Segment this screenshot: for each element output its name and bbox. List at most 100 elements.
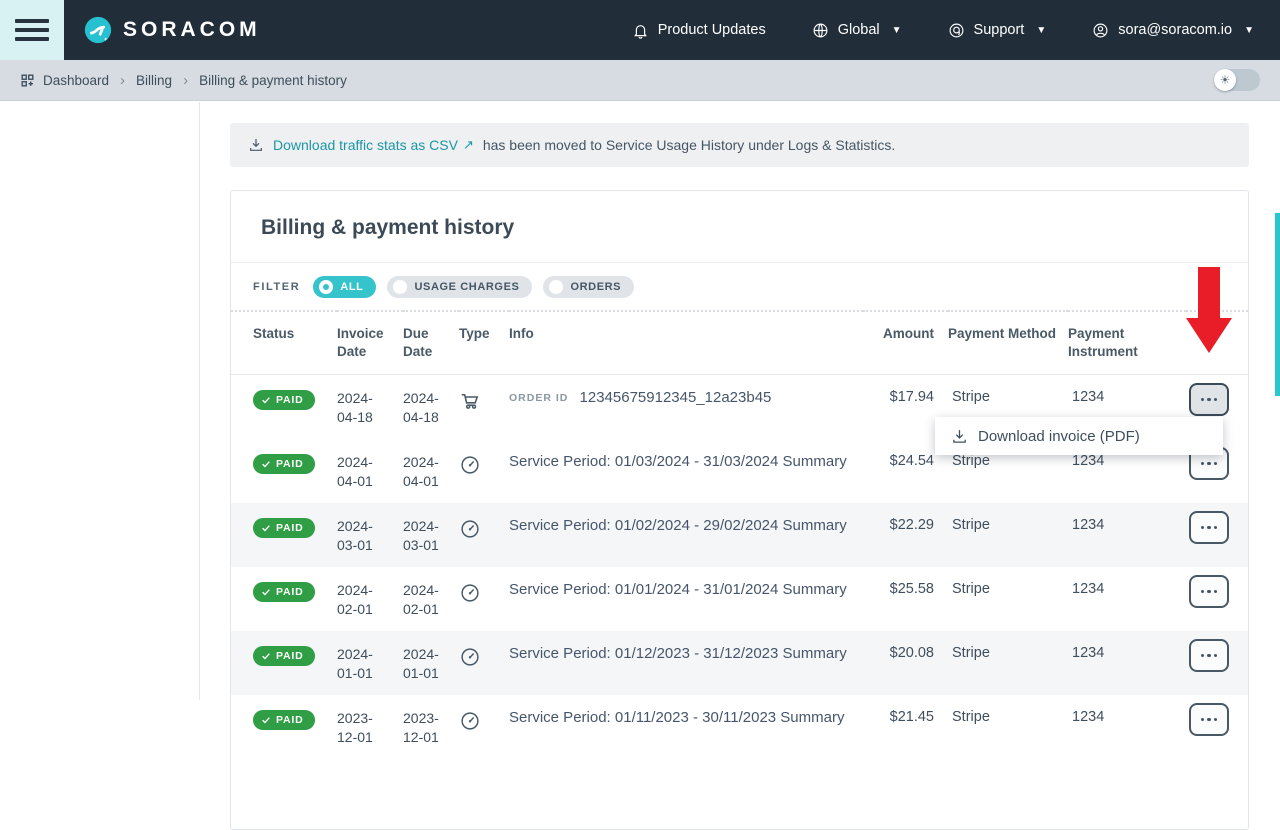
row-actions-button[interactable] (1189, 383, 1229, 416)
nav-global[interactable]: Global ▼ (812, 22, 902, 39)
download-invoice-menu-item: Download invoice (PDF) (978, 428, 1140, 445)
info-text: 12345675912345_12a23b45 (580, 389, 772, 406)
status-label: PAID (276, 650, 304, 662)
table-row: PAID 2024-03-01 2024-03-01 Service Perio… (231, 503, 1248, 567)
status-label: PAID (276, 714, 304, 726)
status-badge: PAID (253, 710, 315, 730)
filter-option-usage-charges[interactable]: USAGE CHARGES (387, 276, 532, 298)
download-csv-link-label: Download traffic stats as CSV (273, 137, 458, 153)
status-badge: PAID (253, 646, 315, 666)
invoice-date: 2024-01-01 (337, 645, 387, 683)
payment-method: Stripe (948, 567, 1068, 631)
invoice-date: 2024-04-01 (337, 453, 387, 491)
hamburger-icon (15, 19, 49, 23)
info-text: Service Period: 01/12/2023 - 31/12/2023 … (509, 645, 847, 662)
breadcrumb: Dashboard › Billing › Billing & payment … (0, 60, 1280, 101)
chevron-down-icon: ▼ (1036, 25, 1046, 36)
nav-label: sora@soracom.io (1118, 22, 1232, 38)
info-text: Service Period: 01/02/2024 - 29/02/2024 … (509, 517, 847, 534)
support-icon (948, 22, 965, 39)
dashboard-grid-icon (20, 73, 35, 88)
col-payment-method: Payment Method (948, 311, 1068, 375)
bell-icon (632, 22, 649, 39)
row-actions-button[interactable] (1189, 511, 1229, 544)
check-icon (261, 459, 271, 469)
hamburger-menu-button[interactable] (0, 0, 64, 60)
filter-row: FILTER ALL USAGE CHARGES ORDERS (231, 263, 1248, 310)
top-bar: SORACOM Product Updates Global ▼ Support… (0, 0, 1280, 60)
gauge-icon (459, 582, 481, 604)
check-icon (261, 395, 271, 405)
status-label: PAID (276, 394, 304, 406)
radio-icon (393, 280, 407, 294)
red-arrow-head (1186, 318, 1232, 353)
chevron-down-icon: ▼ (892, 25, 902, 36)
status-label: PAID (276, 586, 304, 598)
sun-icon: ☀ (1214, 69, 1236, 91)
row-actions-button[interactable] (1189, 575, 1229, 608)
theme-toggle[interactable]: ☀ (1214, 69, 1260, 91)
table-row: PAID 2023-12-01 2023-12-01 Service Perio… (231, 695, 1248, 759)
payment-instrument: 1234 (1068, 503, 1186, 567)
breadcrumb-label: Dashboard (43, 73, 109, 88)
amount: $21.45 (863, 695, 948, 759)
col-due-date: Due Date (403, 311, 459, 375)
invoice-date: 2024-04-18 (337, 389, 387, 427)
nav-account[interactable]: sora@soracom.io ▼ (1092, 22, 1254, 39)
info-text: Service Period: 01/01/2024 - 31/01/2024 … (509, 581, 847, 598)
nav-product-updates[interactable]: Product Updates (632, 22, 766, 39)
status-label: PAID (276, 458, 304, 470)
status-badge: PAID (253, 582, 315, 602)
row-actions-button[interactable] (1189, 639, 1229, 672)
col-info: Info (509, 311, 863, 375)
row-actions-button[interactable] (1189, 703, 1229, 736)
filter-option-label: ALL (340, 281, 363, 293)
scrollbar-thumb[interactable] (1275, 213, 1280, 396)
red-arrow-annotation (1198, 267, 1220, 319)
due-date: 2024-02-01 (403, 581, 453, 619)
breadcrumb-billing[interactable]: Billing (136, 73, 172, 88)
breadcrumb-dashboard[interactable]: Dashboard (20, 73, 109, 88)
chevron-down-icon: ▼ (1244, 25, 1254, 36)
due-date: 2024-04-18 (403, 389, 453, 427)
globe-icon (812, 22, 829, 39)
payment-method: Stripe (948, 503, 1068, 567)
soracom-logo[interactable]: SORACOM (84, 16, 261, 44)
download-icon (951, 428, 968, 445)
gauge-icon (459, 646, 481, 668)
chevron-right-icon: › (120, 73, 125, 88)
filter-option-orders[interactable]: ORDERS (543, 276, 634, 298)
check-icon (261, 651, 271, 661)
nav-label: Global (838, 22, 880, 38)
cart-icon (459, 390, 481, 412)
breadcrumb-label: Billing (136, 73, 172, 88)
billing-table: Status Invoice Date Due Date Type Info A… (231, 310, 1248, 759)
info-banner: Download traffic stats as CSV ↗ has been… (230, 123, 1249, 167)
status-badge: PAID (253, 454, 315, 474)
download-csv-link[interactable]: Download traffic stats as CSV ↗ (273, 137, 474, 153)
top-nav: Product Updates Global ▼ Support ▼ sora@… (586, 22, 1254, 39)
info-text: Service Period: 01/03/2024 - 31/03/2024 … (509, 453, 847, 470)
due-date: 2024-03-01 (403, 517, 453, 555)
brand-name: SORACOM (123, 18, 261, 42)
filter-option-all[interactable]: ALL (313, 276, 376, 298)
amount: $20.08 (863, 631, 948, 695)
info-text: Service Period: 01/11/2023 - 30/11/2023 … (509, 709, 844, 726)
soracom-logo-icon (84, 16, 112, 44)
status-label: PAID (276, 522, 304, 534)
payment-method: Stripe (948, 695, 1068, 759)
order-id-label: ORDER ID (509, 392, 568, 404)
invoice-date: 2024-02-01 (337, 581, 387, 619)
col-payment-instrument: Payment Instrument (1068, 311, 1186, 375)
nav-support[interactable]: Support ▼ (948, 22, 1047, 39)
external-link-icon: ↗ (463, 137, 474, 153)
billing-history-card: Billing & payment history FILTER ALL USA… (230, 190, 1249, 830)
chevron-right-icon: › (183, 73, 188, 88)
col-amount: Amount (863, 311, 948, 375)
breadcrumb-label: Billing & payment history (199, 73, 347, 88)
row-actions-dropdown[interactable]: Download invoice (PDF) (935, 417, 1223, 455)
payment-instrument: 1234 (1068, 567, 1186, 631)
table-row: PAID 2024-02-01 2024-02-01 Service Perio… (231, 567, 1248, 631)
gauge-icon (459, 454, 481, 476)
breadcrumb-current-page: Billing & payment history (199, 73, 347, 88)
